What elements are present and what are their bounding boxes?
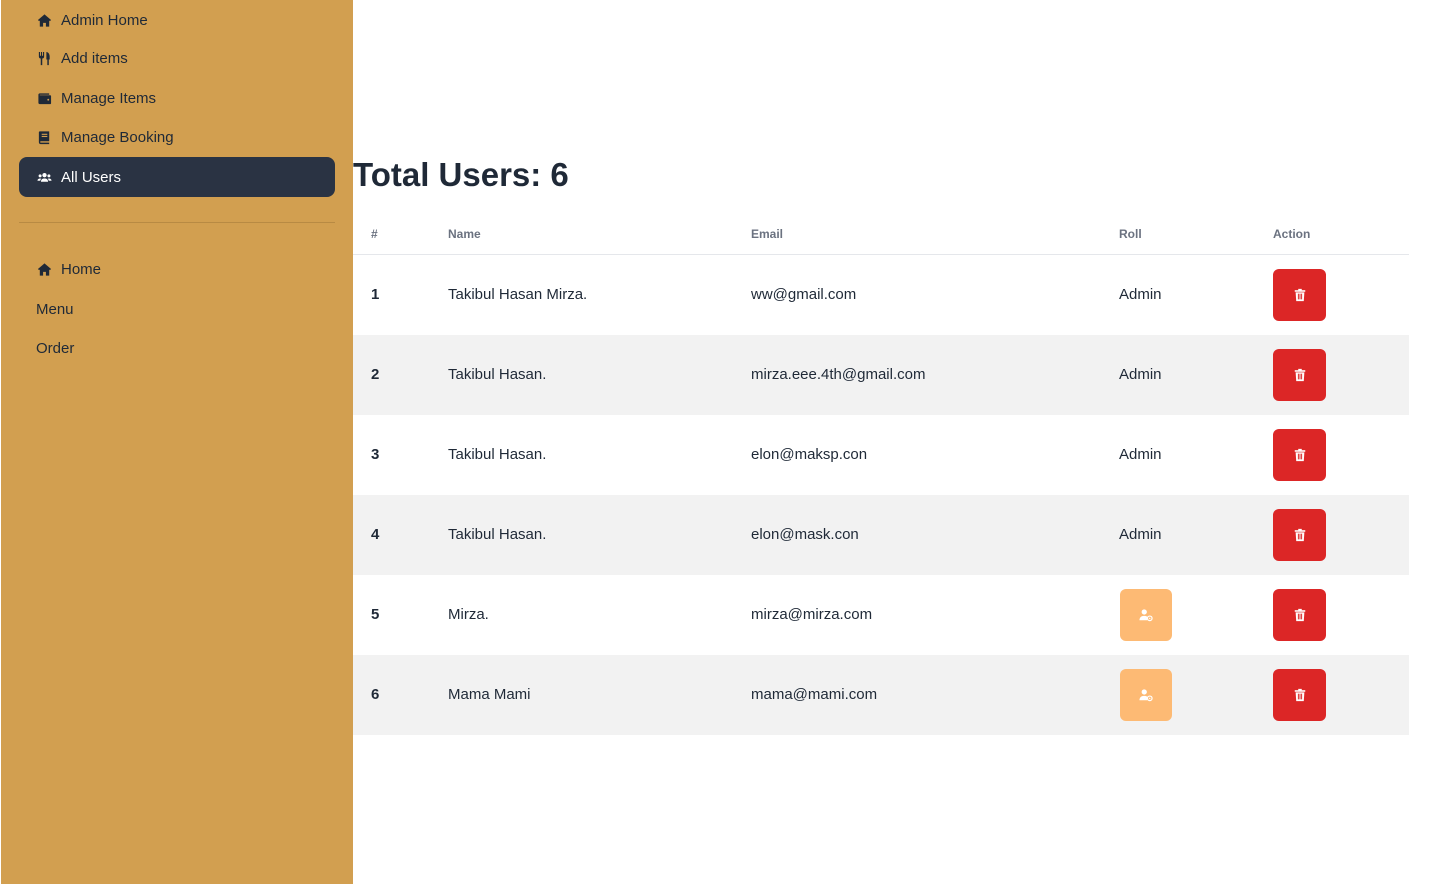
column-header-email: Email bbox=[751, 227, 784, 241]
user-email: mama@mami.com bbox=[751, 686, 878, 703]
make-admin-button[interactable] bbox=[1120, 669, 1172, 721]
row-index: 1 bbox=[371, 286, 380, 303]
user-gear-icon bbox=[1139, 688, 1153, 702]
trash-icon bbox=[1293, 288, 1307, 302]
user-email: elon@mask.con bbox=[751, 526, 859, 543]
trash-icon bbox=[1293, 448, 1307, 462]
home-icon bbox=[36, 12, 52, 28]
sidebar-divider bbox=[19, 222, 335, 223]
make-admin-button[interactable] bbox=[1120, 589, 1172, 641]
column-header-action: Action bbox=[1273, 227, 1311, 241]
sidebar-item-label: Order bbox=[36, 339, 75, 357]
home-icon bbox=[36, 261, 52, 277]
row-index: 2 bbox=[371, 366, 380, 383]
user-name: Takibul Hasan Mirza. bbox=[448, 286, 588, 303]
table-row: 4 Takibul Hasan. elon@mask.con Admin bbox=[353, 495, 1409, 575]
sidebar-item-label: Admin Home bbox=[61, 11, 148, 29]
trash-icon bbox=[1293, 688, 1307, 702]
delete-user-button[interactable] bbox=[1273, 669, 1326, 721]
delete-user-button[interactable] bbox=[1273, 509, 1326, 561]
user-email: ww@gmail.com bbox=[751, 286, 857, 303]
users-table: # Name Email Roll Action 1 Takibul Hasan… bbox=[353, 215, 1409, 735]
user-name: Takibul Hasan. bbox=[448, 526, 547, 543]
user-gear-icon bbox=[1139, 608, 1153, 622]
book-icon bbox=[36, 129, 52, 145]
sidebar-item-home[interactable]: Home bbox=[19, 249, 335, 289]
column-header-roll: Roll bbox=[1119, 227, 1142, 241]
row-index: 3 bbox=[371, 446, 380, 463]
table-row: 5 Mirza. mirza@mirza.com bbox=[353, 575, 1409, 655]
user-email: mirza@mirza.com bbox=[751, 606, 873, 623]
column-header-index: # bbox=[371, 227, 378, 241]
user-name: Mama Mami bbox=[448, 686, 531, 703]
sidebar-item-menu[interactable]: Menu bbox=[19, 289, 335, 329]
wallet-icon bbox=[36, 90, 52, 106]
user-name: Takibul Hasan. bbox=[448, 446, 547, 463]
table-row: 2 Takibul Hasan. mirza.eee.4th@gmail.com… bbox=[353, 335, 1409, 415]
sidebar-item-manage-items[interactable]: Manage Items bbox=[19, 78, 335, 118]
sidebar-item-add-items[interactable]: Add items bbox=[19, 38, 335, 78]
delete-user-button[interactable] bbox=[1273, 589, 1326, 641]
users-icon bbox=[36, 169, 52, 185]
user-name: Mirza. bbox=[448, 606, 489, 623]
sidebar-item-manage-booking[interactable]: Manage Booking bbox=[19, 117, 335, 157]
row-index: 5 bbox=[371, 606, 380, 623]
user-role: Admin bbox=[1119, 366, 1162, 383]
trash-icon bbox=[1293, 528, 1307, 542]
table-row: 3 Takibul Hasan. elon@maksp.con Admin bbox=[353, 415, 1409, 495]
table-row: 1 Takibul Hasan Mirza. ww@gmail.com Admi… bbox=[353, 255, 1409, 335]
page-title: Total Users: 6 bbox=[353, 156, 569, 193]
sidebar: Admin Home Add items Manage Items Manage… bbox=[1, 0, 353, 884]
table-row: 6 Mama Mami mama@mami.com bbox=[353, 655, 1409, 735]
column-header-name: Name bbox=[448, 227, 481, 241]
delete-user-button[interactable] bbox=[1273, 349, 1326, 401]
row-index: 4 bbox=[371, 526, 380, 543]
sidebar-item-label: Menu bbox=[36, 300, 74, 318]
user-email: mirza.eee.4th@gmail.com bbox=[751, 366, 926, 383]
sidebar-item-label: Add items bbox=[61, 49, 128, 67]
sidebar-item-label: Home bbox=[61, 260, 102, 278]
sidebar-item-order[interactable]: Order bbox=[19, 328, 335, 368]
trash-icon bbox=[1293, 368, 1307, 382]
table-header: # Name Email Roll Action bbox=[353, 215, 1409, 255]
sidebar-item-label: Manage Booking bbox=[61, 128, 174, 146]
user-email: elon@maksp.con bbox=[751, 446, 868, 463]
user-role: Admin bbox=[1119, 446, 1162, 463]
user-role: Admin bbox=[1119, 526, 1162, 543]
delete-user-button[interactable] bbox=[1273, 429, 1326, 481]
delete-user-button[interactable] bbox=[1273, 269, 1326, 321]
row-index: 6 bbox=[371, 686, 380, 703]
trash-icon bbox=[1293, 608, 1307, 622]
utensils-icon bbox=[36, 50, 52, 66]
user-role: Admin bbox=[1119, 286, 1162, 303]
user-name: Takibul Hasan. bbox=[448, 366, 547, 383]
sidebar-item-all-users[interactable]: All Users bbox=[19, 157, 335, 197]
sidebar-item-label: Manage Items bbox=[61, 89, 157, 107]
sidebar-item-label: All Users bbox=[61, 168, 122, 186]
sidebar-item-admin-home[interactable]: Admin Home bbox=[19, 0, 335, 40]
